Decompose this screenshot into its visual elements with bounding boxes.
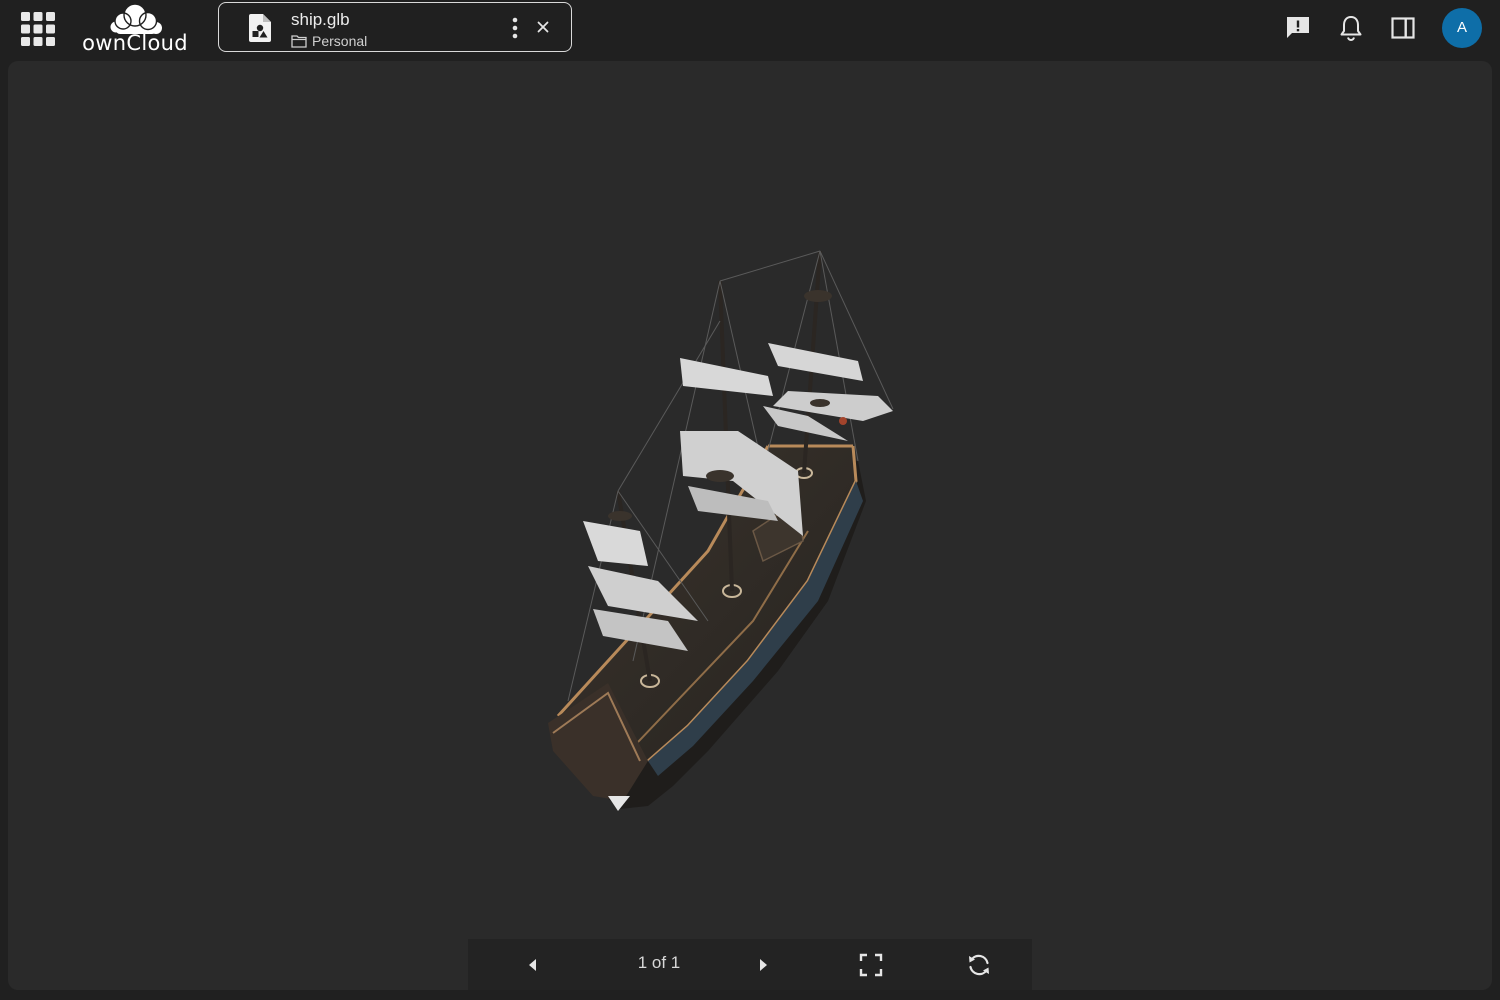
kebab-icon[interactable]	[505, 16, 525, 40]
folder-icon	[291, 35, 307, 48]
viewer-controls: 1 of 1	[468, 939, 1032, 990]
page-indicator: 1 of 1	[637, 953, 681, 972]
reset-icon[interactable]	[966, 952, 992, 978]
file-info-pill: ship.glb Personal	[218, 2, 572, 52]
ship-3d-model[interactable]	[8, 61, 1492, 990]
file-name: ship.glb	[291, 10, 350, 29]
prev-icon[interactable]	[520, 952, 546, 978]
owncloud-logo[interactable]: ownCloud	[82, 2, 188, 54]
file-location[interactable]: Personal	[291, 33, 367, 49]
fullscreen-icon[interactable]	[858, 952, 884, 978]
file-location-label: Personal	[312, 33, 368, 49]
3d-model-file-icon	[249, 14, 271, 42]
sidebar-toggle-icon[interactable]	[1389, 14, 1417, 42]
grid-icon[interactable]	[20, 11, 56, 47]
brand-name: ownCloud	[82, 31, 188, 55]
model-viewer[interactable]: 1 of 1	[8, 61, 1492, 990]
avatar[interactable]: A	[1442, 8, 1482, 48]
close-icon[interactable]	[533, 17, 553, 37]
next-icon[interactable]	[750, 952, 776, 978]
bell-icon[interactable]	[1337, 14, 1365, 42]
top-bar: ownCloud ship.glb Personal A	[0, 0, 1500, 60]
feedback-icon[interactable]	[1284, 14, 1312, 42]
